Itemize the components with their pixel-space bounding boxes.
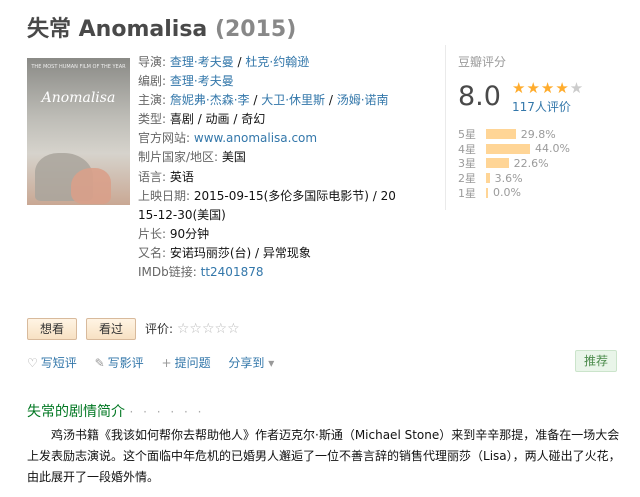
movie-poster[interactable]: THE MOST HUMAN FILM OF THE YEAR Anomalis… <box>27 58 130 205</box>
rate-stars-input[interactable]: ☆☆☆☆☆ <box>177 321 240 337</box>
chevron-down-icon: ▾ <box>268 356 275 370</box>
dist-bar <box>486 187 488 198</box>
action-bar: ♡ 写短评 ✎ 写影评 + 提问题 分享到 ▾ <box>27 354 291 371</box>
rate-control: 评价: ☆☆☆☆☆ <box>145 321 240 337</box>
cast-link[interactable]: 詹妮弗·杰森·李 <box>170 93 250 107</box>
dist-bar <box>486 129 516 140</box>
dist-row-4: 4星 44.0% <box>458 142 570 156</box>
director-link[interactable]: 杜克·约翰逊 <box>245 55 309 69</box>
share-dropdown[interactable]: 分享到 ▾ <box>228 356 277 370</box>
plot-summary: 鸡汤书籍《我该如何帮你去帮助他人》作者迈克尔·斯通（Michael Stone）… <box>27 428 621 484</box>
ask-question-link[interactable]: + 提问题 <box>162 356 211 370</box>
poster-tagline: THE MOST HUMAN FILM OF THE YEAR <box>31 64 126 70</box>
cast-link[interactable]: 大卫·休里斯 <box>261 93 325 107</box>
write-comment-link[interactable]: ♡ 写短评 <box>27 356 77 370</box>
dist-row-2: 2星 3.6% <box>458 171 523 186</box>
imdb-link[interactable]: tt2401878 <box>201 265 264 279</box>
votes-link[interactable]: 117人评价 <box>512 98 571 115</box>
poster-hand <box>71 168 111 204</box>
release-date-value-cont: 15-12-30(美国) <box>138 207 226 222</box>
dist-bar <box>486 143 530 154</box>
rating-title: 豆瓣评分 <box>458 55 507 69</box>
writer-link[interactable]: 查理·考夫曼 <box>170 74 234 88</box>
release-year: (2015) <box>214 17 297 42</box>
recommend-button[interactable]: 推荐 <box>575 350 617 372</box>
rating-panel: 豆瓣评分 8.0 ★★★★★ 117人评价 5星 29.8% 4星 44.0% 3星… <box>445 45 638 210</box>
cast-link[interactable]: 汤姆·诺南 <box>337 93 389 107</box>
genre-value: 喜剧 / 动画 / 奇幻 <box>169 112 266 127</box>
watched-button[interactable]: 看过 <box>86 318 136 340</box>
poster-title: Anomalisa <box>41 90 116 106</box>
comment-icon: ♡ <box>27 356 38 370</box>
aka-value: 安诺玛丽莎(台) / 异常现象 <box>169 245 311 260</box>
movie-info: 导演: 查理·考夫曼 / 杜克·约翰逊 编剧: 查理·考夫曼 主演: 詹妮弗·杰… <box>138 55 396 280</box>
dist-row-3: 3星 22.6% <box>458 156 549 171</box>
write-review-link[interactable]: ✎ 写影评 <box>95 356 144 370</box>
dist-row-5: 5星 29.8% <box>458 127 556 142</box>
rating-distribution: 5星 29.8% 4星 44.0% 3星 22.6% 2星 3.6% 1星 0.0% <box>458 127 570 200</box>
dist-row-1: 1星 0.0% <box>458 186 521 200</box>
language-value: 英语 <box>169 169 194 184</box>
dist-bar <box>486 173 490 184</box>
director-link[interactable]: 查理·考夫曼 <box>170 55 234 69</box>
plus-icon: + <box>161 356 172 370</box>
page-title: 失常 Anomalisa (2015) <box>27 17 297 42</box>
pencil-icon: ✎ <box>94 356 105 370</box>
official-site-link[interactable]: www.anomalisa.com <box>194 131 317 145</box>
summary-heading: 失常的剧情简介 · · · · · · <box>27 404 205 420</box>
rating-stars-icon: ★★★★★ <box>512 79 585 97</box>
country-value: 美国 <box>221 150 246 165</box>
want-to-watch-button[interactable]: 想看 <box>27 318 77 340</box>
dist-bar <box>486 158 509 169</box>
rating-score: 8.0 <box>458 81 501 112</box>
runtime-value: 90分钟 <box>169 226 210 241</box>
release-date-value: 2015-09-15(多伦多国际电影节) / 20 <box>193 188 396 203</box>
